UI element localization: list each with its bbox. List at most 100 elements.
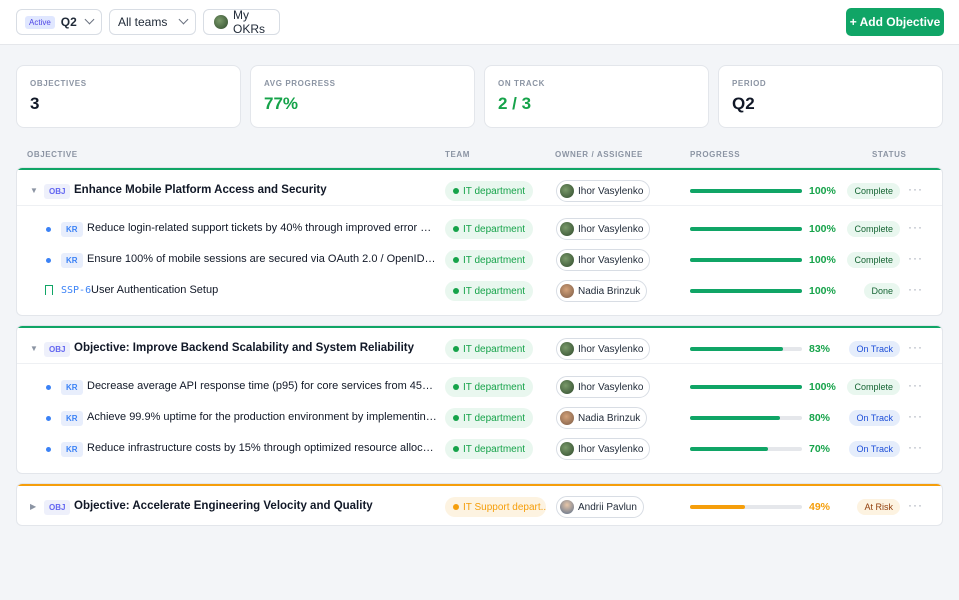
more-icon[interactable]: ···	[908, 182, 923, 196]
stat-card-period: PERIOD Q2	[718, 65, 943, 128]
caret-down-icon[interactable]: ▼	[30, 344, 38, 353]
more-icon[interactable]: ···	[908, 282, 923, 296]
progress-percent: 100%	[809, 254, 836, 266]
progress-fill	[690, 447, 769, 451]
stat-card-objectives: OBJECTIVES 3	[16, 65, 241, 128]
objective-title[interactable]: Enhance Mobile Platform Access and Secur…	[74, 184, 434, 196]
key-result-title[interactable]: Decrease average API response time (p95)…	[87, 380, 437, 392]
objective-title[interactable]: Objective: Accelerate Engineering Veloci…	[74, 500, 434, 512]
caret-right-icon[interactable]: ▶	[30, 502, 36, 511]
status-badge: On Track	[849, 441, 900, 457]
progress-percent: 100%	[809, 223, 836, 235]
avatar	[560, 184, 574, 198]
progress-percent: 100%	[809, 185, 836, 197]
more-icon[interactable]: ···	[908, 251, 923, 265]
key-result-title[interactable]: Reduce login-related support tickets by …	[87, 222, 437, 234]
progress-bar	[690, 289, 802, 293]
objective-title[interactable]: Objective: Improve Backend Scalability a…	[74, 342, 434, 354]
owner-name: Ihor Vasylenko	[578, 254, 644, 266]
owner-chip[interactable]: Ihor Vasylenko	[556, 218, 651, 240]
team-chip: IT department	[445, 250, 534, 270]
objective-row[interactable]: ▼ OBJ Objective: Improve Backend Scalabili…	[17, 334, 942, 364]
stat-value: Q2	[732, 94, 755, 113]
progress-bar	[690, 347, 802, 351]
table-header: OBJECTIVE TEAM OWNER / ASSIGNEE PROGRESS…	[16, 150, 943, 162]
progress-fill	[690, 385, 802, 389]
owner-chip[interactable]: Nadia Brinzuk	[556, 280, 648, 302]
column-header-status: STATUS	[872, 150, 907, 159]
status-badge: At Risk	[857, 499, 900, 515]
bullet-dot	[46, 447, 51, 452]
column-header-team: TEAM	[445, 150, 471, 159]
key-result-row[interactable]: KR Ensure 100% of mobile sessions are sec…	[17, 245, 942, 275]
owner-chip[interactable]: Ihor Vasylenko	[556, 338, 651, 360]
objective-row[interactable]: ▶ OBJ Objective: Accelerate Engineering Ve…	[17, 492, 942, 522]
team-chip: IT Support depart...	[445, 497, 546, 517]
more-icon[interactable]: ···	[908, 440, 923, 454]
team-filter-value: All teams	[118, 15, 168, 29]
kr-badge: KR	[61, 411, 83, 426]
status-badge: Done	[864, 283, 900, 299]
bullet-dot	[46, 227, 51, 232]
team-filter-select[interactable]: All teams	[109, 9, 196, 35]
owner-chip[interactable]: Ihor Vasylenko	[556, 376, 651, 398]
avatar	[560, 342, 574, 356]
task-title[interactable]: User Authentication Setup	[91, 284, 431, 296]
card-accent-line	[17, 326, 942, 328]
task-row[interactable]: SSP-6 User Authentication Setup IT departm…	[17, 276, 942, 306]
add-objective-button[interactable]: + Add Objective	[846, 8, 944, 36]
key-result-row[interactable]: KR Reduce login-related support tickets b…	[17, 214, 942, 244]
owner-name: Ihor Vasylenko	[578, 381, 644, 393]
obj-badge: OBJ	[44, 342, 71, 357]
key-result-row[interactable]: KR Reduce infrastructure costs by 15% thr…	[17, 434, 942, 464]
bullet-dot	[46, 258, 51, 263]
objective-row[interactable]: ▼ OBJ Enhance Mobile Platform Access and S…	[17, 176, 942, 206]
progress-percent: 49%	[809, 501, 831, 513]
team-chip: IT department	[445, 339, 534, 359]
stat-value: 3	[30, 94, 40, 113]
key-result-title[interactable]: Achieve 99.9% uptime for the production …	[87, 411, 437, 423]
status-badge: Complete	[847, 379, 900, 395]
obj-badge: OBJ	[44, 184, 71, 199]
owner-chip[interactable]: Ihor Vasylenko	[556, 438, 651, 460]
more-icon[interactable]: ···	[908, 498, 923, 512]
owner-chip[interactable]: Ihor Vasylenko	[556, 249, 651, 271]
progress-percent: 80%	[809, 412, 831, 424]
progress-fill	[690, 258, 802, 262]
bullet-dot	[46, 385, 51, 390]
more-icon[interactable]: ···	[908, 409, 923, 423]
stat-label: PERIOD	[732, 79, 767, 88]
more-icon[interactable]: ···	[908, 340, 923, 354]
key-result-title[interactable]: Reduce infrastructure costs by 15% throu…	[87, 442, 437, 454]
period-select[interactable]: Active Q2	[16, 9, 102, 35]
owner-name: Ihor Vasylenko	[578, 443, 644, 455]
avatar	[560, 380, 574, 394]
key-result-row[interactable]: KR Achieve 99.9% uptime for the productio…	[17, 403, 942, 433]
caret-down-icon[interactable]: ▼	[30, 186, 38, 195]
status-badge: Complete	[847, 183, 900, 199]
key-result-row[interactable]: KR Decrease average API response time (p9…	[17, 372, 942, 402]
card-accent-line	[17, 168, 942, 170]
owner-chip[interactable]: Ihor Vasylenko	[556, 180, 651, 202]
my-okrs-label: My OKRs	[233, 8, 266, 36]
task-key[interactable]: SSP-6	[61, 285, 91, 296]
my-okrs-button[interactable]: My OKRs	[203, 8, 280, 36]
progress-fill	[690, 289, 802, 293]
more-icon[interactable]: ···	[908, 220, 923, 234]
status-badge: On Track	[849, 410, 900, 426]
progress-bar	[690, 505, 802, 509]
owner-name: Nadia Brinzuk	[578, 285, 641, 297]
stat-value: 77%	[264, 94, 299, 113]
key-result-title[interactable]: Ensure 100% of mobile sessions are secur…	[87, 253, 437, 265]
column-header-progress: PROGRESS	[690, 150, 741, 159]
active-badge: Active	[25, 15, 55, 29]
more-icon[interactable]: ···	[908, 378, 923, 392]
owner-chip[interactable]: Andrii Pavlun	[556, 496, 644, 518]
progress-fill	[690, 227, 802, 231]
progress-bar	[690, 447, 802, 451]
kr-badge: KR	[61, 380, 83, 395]
owner-chip[interactable]: Nadia Brinzuk	[556, 407, 648, 429]
avatar	[560, 500, 574, 514]
progress-bar	[690, 189, 802, 193]
stat-card-avg-progress: AVG PROGRESS 77%	[250, 65, 475, 128]
